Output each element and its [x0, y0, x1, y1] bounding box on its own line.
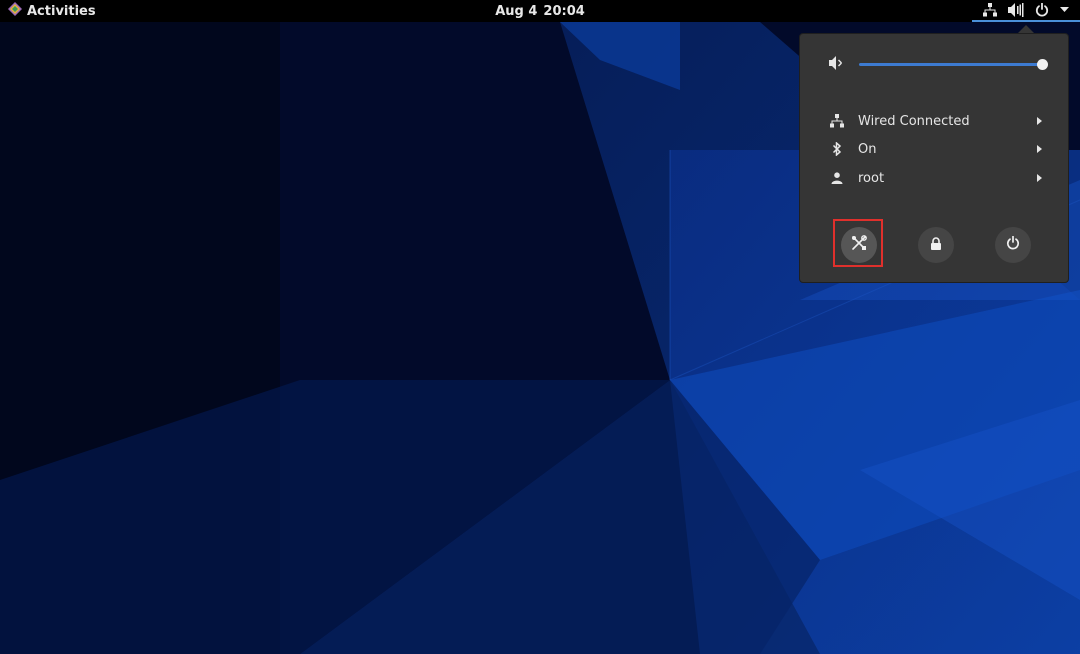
clock-time: 20:04 [543, 3, 585, 19]
desktop: Activities Aug 4 20:04 Wired Connected O… [0, 0, 1080, 654]
chevron-right-icon [1037, 145, 1042, 153]
volume-slider[interactable] [859, 59, 1048, 70]
clock-button[interactable]: Aug 4 20:04 [495, 4, 585, 19]
speaker-icon [829, 56, 845, 74]
power-icon [1006, 235, 1020, 254]
volume-row [800, 50, 1070, 78]
bluetooth-icon [829, 141, 845, 157]
menu-item-bluetooth-label: On [858, 141, 877, 157]
settings-highlight-box [833, 219, 883, 267]
chevron-right-icon [1037, 117, 1042, 125]
volume-slider-fill [859, 63, 1043, 66]
volume-icon [1008, 3, 1024, 17]
volume-slider-knob[interactable] [1037, 59, 1048, 70]
dropdown-arrow-icon [1060, 7, 1069, 13]
system-status-area[interactable] [972, 0, 1080, 22]
menu-item-wired-label: Wired Connected [858, 113, 970, 129]
network-wired-icon [983, 3, 997, 17]
power-icon [1035, 3, 1049, 17]
user-icon [829, 170, 845, 186]
chevron-right-icon [1037, 174, 1042, 182]
top-bar: Activities Aug 4 20:04 [0, 0, 1080, 22]
menu-item-wired[interactable]: Wired Connected [800, 107, 1070, 135]
network-wired-icon [829, 113, 845, 129]
power-off-button[interactable] [995, 227, 1031, 263]
menu-item-user-label: root [858, 170, 885, 186]
clock-date: Aug 4 [495, 3, 538, 19]
menu-item-user[interactable]: root [800, 164, 1070, 192]
lock-button[interactable] [918, 227, 954, 263]
menu-item-bluetooth[interactable]: On [800, 135, 1070, 163]
lock-icon [930, 236, 942, 254]
